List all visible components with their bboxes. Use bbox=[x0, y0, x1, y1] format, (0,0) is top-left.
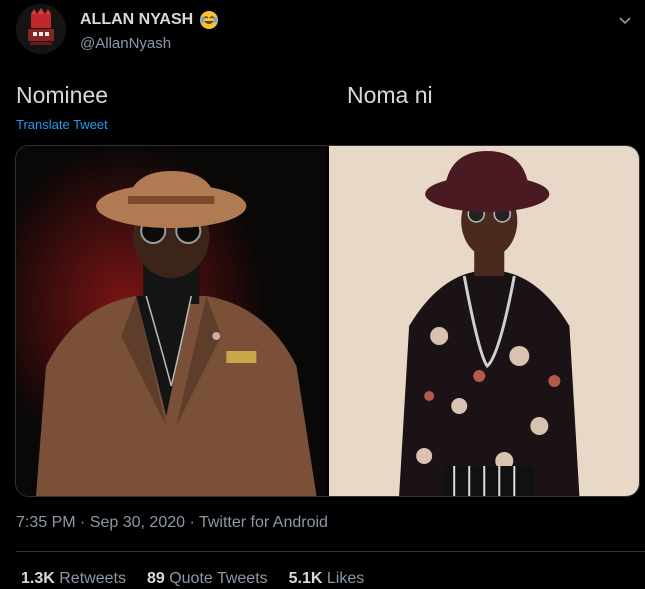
author-handle[interactable]: @AllanNyash bbox=[80, 35, 171, 52]
avatar-logo-icon bbox=[16, 4, 66, 54]
translate-tweet-link[interactable]: Translate Tweet bbox=[16, 117, 108, 132]
retweets-label: Retweets bbox=[59, 570, 126, 587]
likes-count: 5.1K bbox=[288, 570, 323, 587]
tweet-source[interactable]: Twitter for Android bbox=[199, 514, 328, 531]
avatar[interactable] bbox=[16, 4, 66, 54]
author-name-row: ALLAN NYASH bbox=[80, 10, 219, 30]
tweet-text-left: Nominee bbox=[16, 82, 109, 108]
tweet-meta: 7:35 PM · Sep 30, 2020 · Twitter for And… bbox=[16, 514, 328, 532]
retweets-stat[interactable]: 1.3K Retweets bbox=[21, 570, 126, 588]
tears-of-joy-icon bbox=[199, 10, 219, 30]
quote-tweets-stat[interactable]: 89 Quote Tweets bbox=[147, 570, 268, 588]
quotes-label: Quote Tweets bbox=[169, 570, 268, 587]
tweet-stats: 1.3K Retweets 89 Quote Tweets 5.1K Likes bbox=[21, 570, 364, 588]
likes-stat[interactable]: 5.1K Likes bbox=[289, 570, 365, 588]
tweet-date[interactable]: Sep 30, 2020 bbox=[90, 514, 185, 531]
meta-separator: · bbox=[189, 514, 195, 531]
chevron-down-icon[interactable] bbox=[617, 12, 633, 28]
quotes-count: 89 bbox=[146, 570, 165, 587]
photo-man-floral-shirt[interactable] bbox=[328, 146, 639, 496]
divider bbox=[16, 551, 645, 552]
tweet-text-right: Noma ni bbox=[347, 82, 433, 108]
photo-man-brown-suit[interactable] bbox=[16, 146, 327, 496]
meta-separator: · bbox=[80, 514, 86, 531]
tweet-time[interactable]: 7:35 PM bbox=[16, 514, 76, 531]
retweets-count: 1.3K bbox=[21, 570, 55, 587]
likes-label: Likes bbox=[326, 570, 365, 587]
author-display-name[interactable]: ALLAN NYASH bbox=[80, 11, 193, 29]
tweet-media bbox=[15, 145, 640, 497]
